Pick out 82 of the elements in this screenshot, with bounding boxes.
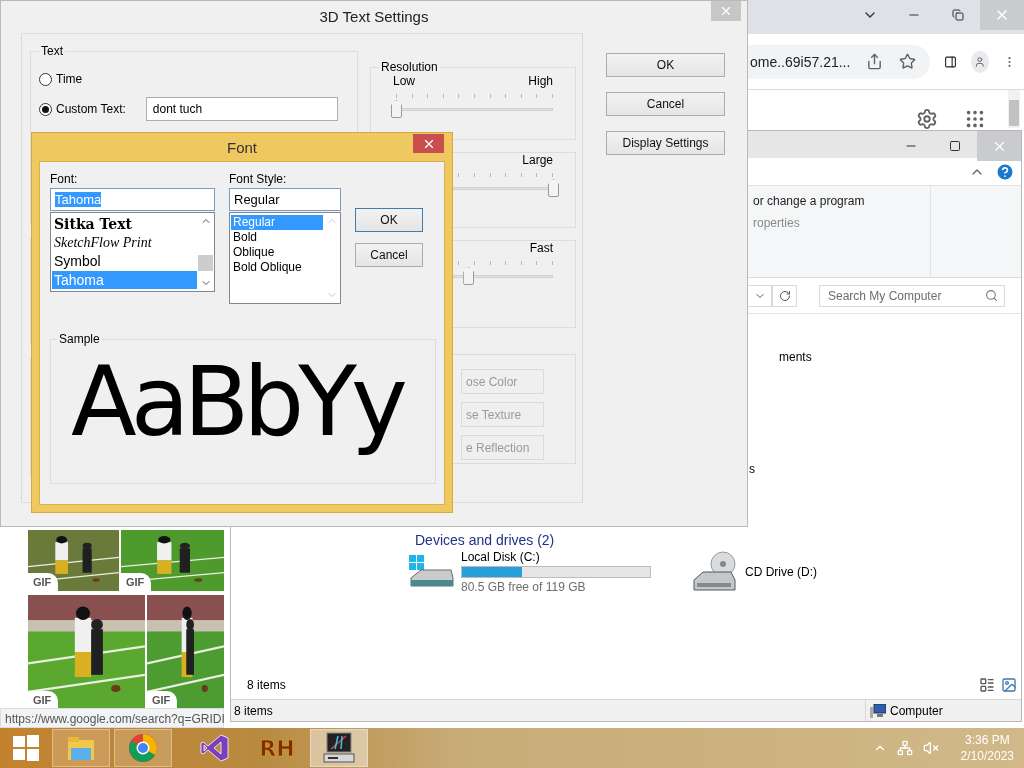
search-icon [985, 289, 998, 302]
computer-icon [870, 703, 886, 718]
cd-drive-icon [691, 550, 739, 594]
details-view-icon[interactable] [979, 677, 995, 693]
radio-label[interactable]: Custom Text: [56, 102, 126, 116]
refresh-button[interactable] [772, 284, 797, 307]
max-label: Large [522, 153, 553, 169]
scroll-thumb[interactable] [198, 255, 213, 271]
search-field[interactable]: Search My Computer [819, 284, 1005, 307]
address-text: ome..69i57.21... [750, 53, 851, 70]
gif-badge: GIF [147, 691, 178, 709]
field-value: Regular [234, 192, 280, 207]
font-option[interactable]: Symbol [52, 252, 197, 271]
style-field[interactable]: Regular [229, 188, 341, 211]
windows-icon [13, 735, 39, 761]
style-label: Font Style: [229, 172, 288, 188]
scrollbar[interactable] [1008, 90, 1020, 128]
window-title: 3D Text Settings [319, 8, 429, 25]
refresh-icon [778, 289, 791, 302]
max-label: Fast [529, 241, 553, 257]
gif-badge: GIF [28, 573, 59, 591]
location-label: Computer [890, 703, 943, 718]
folder-label[interactable]: s [749, 462, 755, 476]
font-label: Font: [50, 172, 79, 188]
section-header: Devices and drives (2) [415, 532, 555, 548]
folder-icon [66, 734, 96, 762]
group-title: Resolution [380, 60, 439, 74]
scroll-thumb[interactable] [1009, 100, 1019, 126]
text-field[interactable]: dont tuch [145, 97, 338, 121]
style-option[interactable]: Bold Oblique [231, 260, 323, 275]
studio-icon [200, 733, 230, 763]
font-option[interactable]: SketchFlow Print [52, 233, 197, 252]
taskbar-app[interactable] [310, 729, 368, 767]
radio-label[interactable]: Time [56, 72, 83, 86]
settings-icon[interactable] [916, 108, 938, 130]
address-bar[interactable]: ome..69i57.21... [748, 44, 931, 79]
help-icon[interactable] [995, 161, 1015, 182]
dialog-button[interactable]: OK [606, 53, 725, 77]
slider-thumb[interactable] [391, 100, 402, 118]
computer-icon [322, 732, 356, 764]
link-status: https://www.google.com/search?q=GRIDI [0, 708, 224, 728]
drive-name: Local Disk (C:) [461, 550, 541, 564]
ribbon-command[interactable]: or change a program [753, 194, 930, 208]
close-icon [719, 4, 733, 18]
avatar-icon[interactable] [971, 50, 989, 73]
apps-grid-icon[interactable] [964, 108, 986, 130]
restore-icon [952, 9, 964, 21]
drive-item[interactable]: CD Drive (D:) [691, 550, 817, 594]
star-icon[interactable] [899, 53, 917, 70]
selected-text: Tahoma [55, 192, 102, 207]
volume-muted-icon[interactable] [922, 740, 939, 756]
dialog-button[interactable]: Cancel [606, 92, 725, 116]
style-option[interactable]: Oblique [231, 245, 323, 260]
chrome-icon [128, 733, 158, 763]
tiles-view-icon[interactable] [1001, 677, 1017, 693]
app-logo: RH [259, 735, 295, 761]
dialog-title: Font [227, 138, 257, 156]
free-space: 80.5 GB free of 119 GB [461, 580, 587, 594]
dialog-button[interactable]: Display Settings [606, 131, 725, 155]
group-title: Text [40, 44, 64, 58]
radio-button[interactable] [39, 72, 52, 86]
close-button[interactable] [413, 134, 444, 153]
share-icon[interactable] [866, 53, 884, 70]
font-option[interactable]: Sitka Text [52, 215, 197, 234]
network-icon[interactable] [896, 740, 913, 756]
maximize-icon [949, 140, 961, 152]
item-count: 8 items [247, 678, 286, 692]
dialog-button[interactable]: Cancel [355, 243, 423, 267]
slider-thumb[interactable] [548, 179, 559, 197]
gif-badge: GIF [121, 573, 152, 591]
dialog-button[interactable]: OK [355, 208, 423, 232]
max-label: High [528, 74, 553, 90]
min-label: Low [393, 74, 415, 90]
drive-name: CD Drive (D:) [745, 565, 817, 579]
drive-item[interactable]: Local Disk (C:) 80.5 GB free of 119 GB [407, 550, 651, 594]
item-count: 8 items [234, 703, 273, 718]
style-option[interactable]: Bold [231, 230, 323, 245]
radio-button[interactable] [39, 102, 52, 116]
slider-thumb[interactable] [463, 267, 475, 285]
gif-badge: GIF [28, 691, 59, 709]
folder-label[interactable]: ments [779, 350, 812, 364]
sample-label: Sample [58, 332, 101, 346]
